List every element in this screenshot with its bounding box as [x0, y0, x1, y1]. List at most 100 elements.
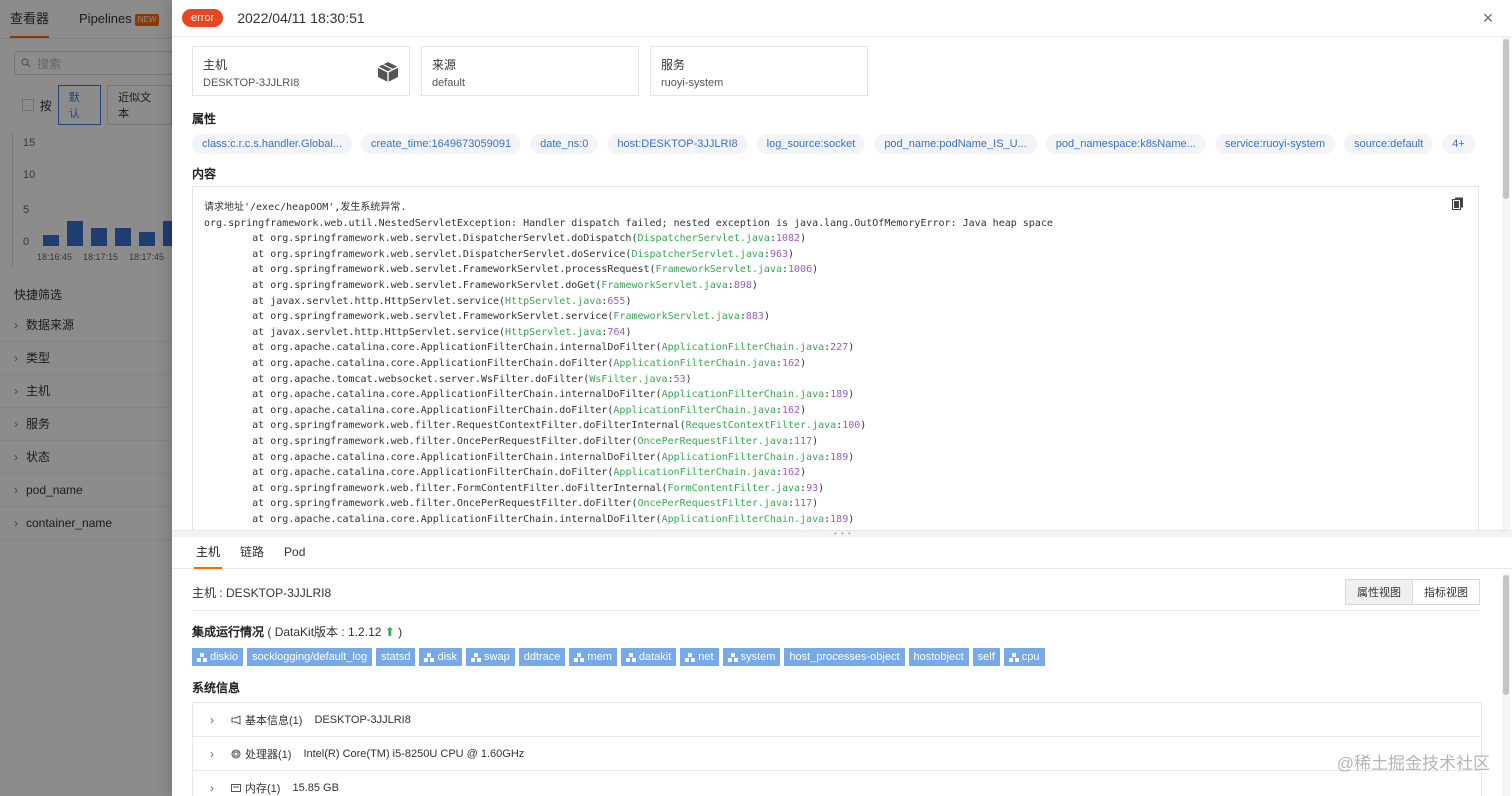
plugin-name: system [740, 651, 776, 663]
host-row: 主机 : DESKTOP-3JJLRI8 属性视图 指标视图 [192, 579, 1480, 611]
log-detail-drawer: error 2022/04/11 18:30:51 × 主机 DESKTOP-3… [172, 0, 1512, 796]
plugin-badge[interactable]: datakit [620, 648, 677, 666]
plugin-icon [574, 652, 585, 662]
stack-file: DispatcherServlet.java [637, 233, 770, 245]
service-card-label: 服务 [661, 58, 686, 72]
source-card[interactable]: 来源 default [421, 46, 639, 96]
plugin-badge[interactable]: system [722, 648, 781, 666]
background-page: 查看器 Pipelines NEW 搜索 按 默认 近似文本 15 10 5 0 18:1… [0, 0, 172, 796]
plugin-badge[interactable]: socklogging/default_log [247, 648, 373, 666]
stack-file: WsFilter.java [589, 373, 668, 385]
stack-line-number: 1082 [775, 233, 801, 245]
plugin-icon [727, 652, 738, 662]
close-icon[interactable]: × [1478, 8, 1498, 28]
stack-line-number: 963 [769, 248, 789, 260]
log-content[interactable]: 请求地址'/exec/heapOOM',发生系统异常. org.springfra… [192, 186, 1479, 530]
tab-trace[interactable]: 链路 [240, 537, 264, 568]
attribute-tag[interactable]: log_source:socket [756, 134, 866, 154]
log-scrollbar-thumb[interactable] [1503, 39, 1509, 199]
plugin-badge[interactable]: diskio [192, 648, 244, 666]
stack-line-number: 898 [733, 279, 752, 291]
plugin-badge[interactable]: hostobject [908, 648, 969, 666]
attribute-view-button[interactable]: 属性视图 [1346, 580, 1413, 604]
resize-handle[interactable]: • • • [172, 530, 1512, 538]
plugin-name: self [977, 651, 995, 663]
attribute-tag[interactable]: class:c.r.c.s.handler.Global... [192, 134, 353, 154]
stack-line-number: 189 [830, 451, 849, 463]
stack-line-number: 93 [806, 482, 819, 494]
stack-file: DispatcherServlet.java [631, 248, 764, 260]
host-card-value: DESKTOP-3JJLRI8 [203, 77, 300, 89]
system-info-key: 基本信息(1) [245, 714, 303, 727]
tab-host[interactable]: 主机 [193, 537, 223, 569]
plugin-name: hostobject [913, 651, 964, 663]
plugin-icon [1008, 652, 1019, 662]
stack-frame: at org.apache.catalina.core.ApplicationF… [204, 467, 807, 479]
attribute-tag[interactable]: host:DESKTOP-3JJLRI8 [607, 134, 748, 154]
log-timestamp: 2022/04/11 18:30:51 [237, 10, 365, 26]
system-info-value: 15.85 GB [292, 781, 339, 794]
system-info-row[interactable]: › 基本信息(1) DESKTOP-3JJLRI8 [193, 703, 1481, 737]
cube-icon [377, 62, 399, 82]
related-tabs: 主机 链路 Pod [172, 537, 1512, 569]
stack-file: ApplicationFilterChain.java [661, 513, 825, 525]
related-scrollbar[interactable] [1502, 573, 1510, 796]
stack-file: OncePerRequestFilter.java [637, 435, 788, 447]
metric-view-button[interactable]: 指标视图 [1413, 580, 1479, 604]
related-pane: 主机 链路 Pod 主机 : DESKTOP-3JJLRI8 属性视图 指标视图 集… [172, 537, 1512, 796]
service-card[interactable]: 服务 ruoyi-system [650, 46, 868, 96]
overlay-mask[interactable] [0, 0, 172, 796]
plugin-badge[interactable]: net [680, 648, 719, 666]
log-scrollbar[interactable] [1502, 37, 1510, 530]
stack-line-number: 189 [830, 389, 849, 401]
upgrade-arrow-icon[interactable]: ⬆ [385, 625, 395, 639]
plugin-badge[interactable]: mem [569, 648, 617, 666]
stack-frame: at org.springframework.web.servlet.Frame… [204, 279, 758, 291]
stack-file: HttpServlet.java [505, 326, 602, 338]
plugin-name: datakit [638, 651, 672, 663]
host-card[interactable]: 主机 DESKTOP-3JJLRI8 [192, 46, 410, 96]
plugin-name: swap [484, 651, 510, 663]
plugin-badge[interactable]: self [972, 648, 1000, 666]
plugin-badge[interactable]: cpu [1003, 648, 1045, 666]
plugin-badge[interactable]: swap [466, 648, 515, 666]
attribute-tag[interactable]: service:ruoyi-system [1214, 134, 1336, 154]
watermark: @稀土掘金技术社区 [1336, 754, 1490, 773]
attribute-tag[interactable]: source:default [1344, 134, 1434, 154]
system-info-row[interactable]: › 处理器(1) Intel(R) Core(TM) i5-8250U CPU @ … [193, 737, 1481, 771]
tab-pod[interactable]: Pod [284, 537, 305, 568]
plugin-name: cpu [1021, 651, 1040, 663]
plugin-badge[interactable]: disk [419, 648, 463, 666]
plugin-badge[interactable]: ddtrace [518, 648, 566, 666]
stack-frame: at org.apache.catalina.core.ApplicationF… [204, 357, 807, 369]
stack-frame: at javax.servlet.http.HttpServlet.servic… [204, 295, 632, 307]
integration-label: 集成运行情况 [192, 625, 265, 639]
attribute-tag[interactable]: create_time:1649673059091 [361, 134, 522, 154]
plugin-name: statsd [381, 651, 411, 663]
system-info-row[interactable]: › 内存(1) 15.85 GB [193, 771, 1481, 796]
plugin-badge[interactable]: host_processes-object [784, 648, 905, 666]
stack-frame: at org.springframework.web.servlet.Frame… [204, 264, 819, 276]
stack-file: OncePerRequestFilter.java [637, 498, 788, 510]
plugin-name: socklogging/default_log [252, 651, 368, 663]
megaphone-icon [231, 714, 241, 725]
attribute-tag[interactable]: pod_name:podName_IS_U... [874, 134, 1037, 154]
copy-icon[interactable] [1452, 197, 1464, 210]
drawer-header: error 2022/04/11 18:30:51 × [172, 0, 1512, 37]
stack-file: ApplicationFilterChain.java [661, 451, 825, 463]
related-scrollbar-thumb[interactable] [1503, 575, 1509, 695]
attribute-tag[interactable]: 4+ [1442, 134, 1475, 154]
stack-line-number: 162 [782, 404, 801, 416]
stack-file: FrameworkServlet.java [655, 264, 782, 276]
plugin-badge[interactable]: statsd [376, 648, 416, 666]
chevron-right-icon[interactable]: › [193, 747, 231, 761]
stack-file: HttpServlet.java [505, 295, 602, 307]
chevron-right-icon[interactable]: › [193, 781, 231, 795]
attribute-tag[interactable]: date_ns:0 [530, 134, 599, 154]
stack-line-number: 117 [794, 435, 813, 447]
stack-file: FormContentFilter.java [667, 482, 801, 494]
view-toggle: 属性视图 指标视图 [1345, 579, 1480, 605]
stack-frame: at org.springframework.web.servlet.Dispa… [204, 248, 795, 260]
chevron-right-icon[interactable]: › [193, 713, 231, 727]
attribute-tag[interactable]: pod_namespace:k8sName... [1045, 134, 1206, 154]
